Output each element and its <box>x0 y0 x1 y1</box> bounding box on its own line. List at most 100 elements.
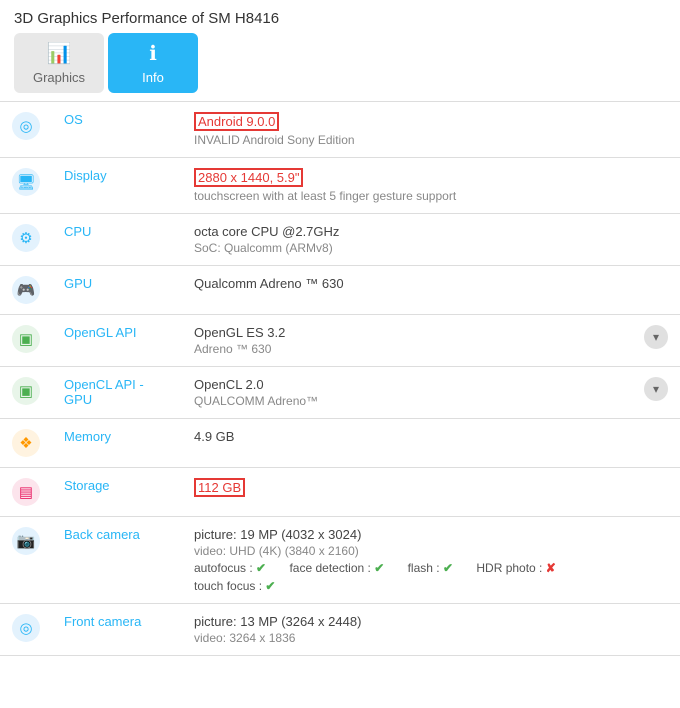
opengl-main-value: OpenGL ES 3.2 <box>194 325 285 340</box>
table-row: 📷Back camerapicture: 19 MP (4032 x 3024)… <box>0 517 680 604</box>
cpu-label: CPU <box>52 214 182 266</box>
info-icon: ℹ <box>149 41 157 66</box>
touch-focus-check: ✔ <box>265 579 275 593</box>
display-highlighted-value: 2880 x 1440, 5.9" <box>194 168 303 187</box>
info-table: ◎ OS Android 9.0.0 INVALID Android Sony Edi… <box>0 101 680 656</box>
storage-row-icon: ▤ <box>0 468 52 517</box>
cpu-value: octa core CPU @2.7GHz SoC: Qualcomm (ARMv… <box>182 214 632 266</box>
backcam-sub-value: video: UHD (4K) (3840 x 2160) <box>194 544 620 558</box>
os-label: OS <box>52 102 182 158</box>
table-row: 🎮 GPU Qualcomm Adreno ™ 630 <box>0 266 680 315</box>
memory-main-value: 4.9 GB <box>194 429 234 444</box>
table-row: ❖ Memory 4.9 GB <box>0 419 680 468</box>
os-highlighted-value: Android 9.0.0 <box>194 112 279 131</box>
tab-info-label: Info <box>142 70 164 85</box>
opengl-action[interactable]: ▾ <box>632 315 680 367</box>
frontcam-label: Front camera <box>52 604 182 656</box>
opengl-sub-value: Adreno ™ 630 <box>194 342 620 356</box>
backcam-main-value: picture: 19 MP (4032 x 3024) <box>194 527 361 542</box>
cpu-action <box>632 214 680 266</box>
camera-features-row1: autofocus : ✔ face detection : ✔ flash :… <box>194 561 620 575</box>
autofocus-label: autofocus : ✔ <box>194 561 276 575</box>
table-row: ▣ OpenGL API OpenGL ES 3.2 Adreno ™ 630 ▾ <box>0 315 680 367</box>
display-row-icon: 🖥 <box>0 158 52 214</box>
memory-label: Memory <box>52 419 182 468</box>
face-detection-check: ✔ <box>374 561 384 575</box>
display-icon: 🖥 <box>12 168 40 196</box>
opencl-dropdown-btn[interactable]: ▾ <box>644 377 668 401</box>
opencl-icon: ▣ <box>12 377 40 405</box>
hdr-label: HDR photo : ✘ <box>476 561 565 575</box>
opengl-value: OpenGL ES 3.2 Adreno ™ 630 <box>182 315 632 367</box>
camera-features-row2: touch focus : ✔ <box>194 579 620 593</box>
storage-icon: ▤ <box>12 478 40 506</box>
tab-graphics-label: Graphics <box>33 70 85 85</box>
table-row: ◎ OS Android 9.0.0 INVALID Android Sony Edi… <box>0 102 680 158</box>
gpu-main-value: Qualcomm Adreno ™ 630 <box>194 276 344 291</box>
display-label: Display <box>52 158 182 214</box>
display-sub-value: touchscreen with at least 5 finger gestu… <box>194 189 620 203</box>
frontcam-value: picture: 13 MP (3264 x 2448) video: 3264 … <box>182 604 632 656</box>
frontcam-icon: ◎ <box>12 614 40 642</box>
frontcam-main-value: picture: 13 MP (3264 x 2448) <box>194 614 361 629</box>
table-row: ◎Front camerapicture: 13 MP (3264 x 2448… <box>0 604 680 656</box>
cpu-icon: ⚙ <box>12 224 40 252</box>
backcam-value: picture: 19 MP (4032 x 3024) video: UHD (… <box>182 517 632 604</box>
memory-action <box>632 419 680 468</box>
face-detection-label: face detection : ✔ <box>289 561 394 575</box>
frontcam-sub-value: video: 3264 x 1836 <box>194 631 620 645</box>
display-action <box>632 158 680 214</box>
os-icon: ◎ <box>12 112 40 140</box>
memory-value: 4.9 GB <box>182 419 632 468</box>
frontcam-action <box>632 604 680 656</box>
autofocus-check: ✔ <box>256 561 266 575</box>
table-row: 🖥 Display 2880 x 1440, 5.9" touchscreen wit… <box>0 158 680 214</box>
opengl-dropdown-btn[interactable]: ▾ <box>644 325 668 349</box>
storage-action <box>632 468 680 517</box>
gpu-label: GPU <box>52 266 182 315</box>
backcam-label: Back camera <box>52 517 182 604</box>
os-sub-value: INVALID Android Sony Edition <box>194 133 620 147</box>
tab-graphics[interactable]: 📊 Graphics <box>14 33 104 93</box>
gpu-action <box>632 266 680 315</box>
storage-highlighted-value: 112 GB <box>194 478 245 497</box>
hdr-check: ✘ <box>546 561 556 575</box>
display-value: 2880 x 1440, 5.9" touchscreen with at lea… <box>182 158 632 214</box>
page-title: 3D Graphics Performance of SM H8416 <box>14 10 279 27</box>
memory-icon: ❖ <box>12 429 40 457</box>
graphics-icon: 📊 <box>47 41 72 66</box>
opengl-label: OpenGL API <box>52 315 182 367</box>
table-row: ▤ Storage 112 GB <box>0 468 680 517</box>
os-row-icon: ◎ <box>0 102 52 158</box>
cpu-sub-value: SoC: Qualcomm (ARMv8) <box>194 241 620 255</box>
os-action <box>632 102 680 158</box>
memory-row-icon: ❖ <box>0 419 52 468</box>
cpu-main-value: octa core CPU @2.7GHz <box>194 224 339 239</box>
opencl-action[interactable]: ▾ <box>632 367 680 419</box>
table-row: ⚙ CPU octa core CPU @2.7GHz SoC: Qualcomm (… <box>0 214 680 266</box>
tab-info[interactable]: ℹ Info <box>108 33 198 93</box>
cpu-row-icon: ⚙ <box>0 214 52 266</box>
opengl-icon: ▣ <box>12 325 40 353</box>
opengl-row-icon: ▣ <box>0 315 52 367</box>
opencl-value: OpenCL 2.0 QUALCOMM Adreno™ <box>182 367 632 419</box>
gpu-icon: 🎮 <box>12 276 40 304</box>
opencl-main-value: OpenCL 2.0 <box>194 377 264 392</box>
gpu-value: Qualcomm Adreno ™ 630 <box>182 266 632 315</box>
table-row: ▣ OpenCL API - GPU OpenCL 2.0 QUALCOMM Adre… <box>0 367 680 419</box>
backcam-icon: 📷 <box>12 527 40 555</box>
touch-focus-label: touch focus : ✔ <box>194 579 285 593</box>
flash-check: ✔ <box>443 561 453 575</box>
os-value: Android 9.0.0 INVALID Android Sony Editio… <box>182 102 632 158</box>
opencl-label: OpenCL API - GPU <box>52 367 182 419</box>
gpu-row-icon: 🎮 <box>0 266 52 315</box>
backcam-action <box>632 517 680 604</box>
page-header: 3D Graphics Performance of SM H8416 <box>0 0 680 33</box>
storage-value: 112 GB <box>182 468 632 517</box>
opencl-sub-value: QUALCOMM Adreno™ <box>194 394 620 408</box>
tabs-container: 📊 Graphics ℹ Info <box>0 33 680 93</box>
frontcam-row-icon: ◎ <box>0 604 52 656</box>
storage-label: Storage <box>52 468 182 517</box>
backcam-row-icon: 📷 <box>0 517 52 604</box>
opencl-row-icon: ▣ <box>0 367 52 419</box>
